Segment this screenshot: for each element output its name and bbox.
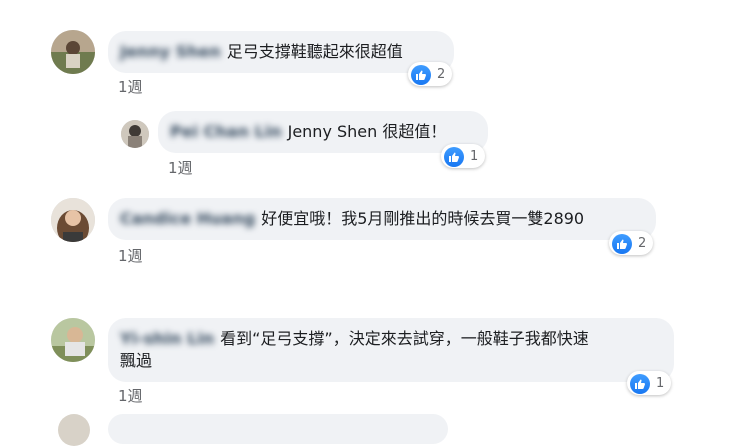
reaction-count[interactable]: 2: [408, 62, 453, 86]
comment-bubble: Jenny Shen 足弓支撐鞋聽起來很超值: [108, 31, 454, 73]
comment-text: Jenny Shen 很超值！: [287, 122, 447, 141]
comment-timestamp[interactable]: 1週: [118, 76, 143, 97]
like-icon: [612, 233, 632, 254]
comment-bubble: Pei Chan Lin Jenny Shen 很超值！: [158, 111, 488, 153]
comment-author[interactable]: Jenny Shen: [120, 42, 221, 61]
comment-text: 好便宜哦！我5月剛推出的時候去買一雙2890: [261, 209, 585, 228]
like-count: 1: [470, 149, 479, 164]
comment-text-continued: 飄過: [120, 351, 153, 370]
comment-text: 足弓支撐鞋聽起來很超值: [226, 42, 403, 61]
comment-timestamp[interactable]: 1週: [118, 385, 143, 406]
like-icon: [444, 146, 464, 167]
like-count: 1: [656, 376, 665, 391]
like-count: 2: [437, 67, 446, 82]
comment-bubble: Candice Huang 好便宜哦！我5月剛推出的時候去買一雙2890: [108, 198, 656, 240]
avatar[interactable]: [51, 198, 95, 242]
avatar[interactable]: [51, 318, 95, 362]
reaction-count[interactable]: 1: [441, 144, 486, 168]
comment-author[interactable]: Yi-shin Lin: [120, 329, 214, 348]
comment-author[interactable]: Candice Huang: [120, 209, 255, 228]
comment-timestamp[interactable]: 1週: [168, 157, 193, 178]
avatar[interactable]: [51, 30, 95, 74]
reaction-count[interactable]: 1: [627, 371, 672, 395]
like-icon: [411, 64, 431, 85]
comment-timestamp[interactable]: 1週: [118, 245, 143, 266]
like-icon: [630, 373, 650, 394]
comment-author[interactable]: Pei Chan Lin: [170, 122, 282, 141]
like-count: 2: [638, 236, 647, 251]
comment-text: 看到“足弓支撐”，決定來去試穿，一般鞋子我都快速: [220, 329, 589, 348]
reaction-count[interactable]: 2: [609, 231, 654, 255]
comment-bubble: Yi-shin Lin 看到“足弓支撐”，決定來去試穿，一般鞋子我都快速 飄過: [108, 318, 674, 382]
avatar[interactable]: [121, 120, 149, 148]
